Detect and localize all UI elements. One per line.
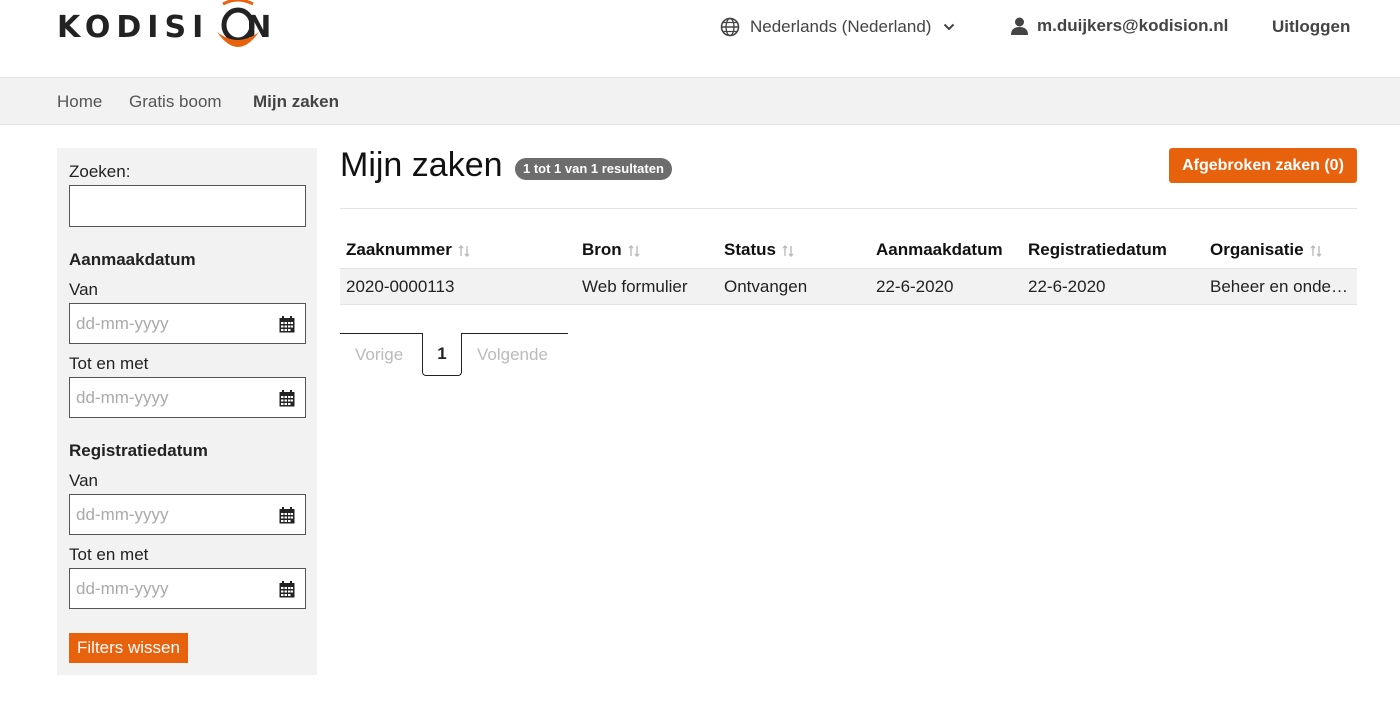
nav-gratis-boom[interactable]: Gratis boom <box>129 92 222 112</box>
column-header-registratiedatum[interactable]: Registratiedatum <box>1028 240 1198 260</box>
main-nav: Home Gratis boom Mijn zaken <box>0 77 1400 125</box>
cell-zaaknummer[interactable]: 2020-0000113 <box>346 277 571 297</box>
clear-filters-button[interactable]: Filters wissen <box>69 633 188 663</box>
pagination-page-current[interactable]: 1 <box>422 333 462 376</box>
search-input[interactable] <box>69 185 306 227</box>
column-header-aanmaakdatum[interactable]: Aanmaakdatum <box>876 240 1017 260</box>
registration-to-input[interactable] <box>76 579 266 599</box>
creation-to-field[interactable] <box>69 377 306 418</box>
column-header-zaaknummer[interactable]: Zaaknummer <box>346 240 571 260</box>
page-title: Mijn zaken <box>340 146 503 184</box>
creation-to-input[interactable] <box>76 388 266 408</box>
cell-organisatie: Beheer en onderhoud <box>1210 277 1350 296</box>
calendar-icon[interactable] <box>279 316 295 333</box>
globe-icon <box>720 17 740 37</box>
result-count-badge: 1 tot 1 van 1 resultaten <box>515 158 672 180</box>
sort-icon <box>1310 244 1322 257</box>
filter-sidebar: Zoeken: Aanmaakdatum Van Tot en met Regi… <box>57 148 317 675</box>
sort-icon <box>628 244 640 257</box>
column-header-status[interactable]: Status <box>724 240 864 260</box>
creation-date-heading: Aanmaakdatum <box>69 250 196 269</box>
title-divider <box>340 208 1357 209</box>
cell-registratiedatum: 22-6-2020 <box>1028 277 1106 296</box>
creation-from-label: Van <box>69 280 98 299</box>
nav-home[interactable]: Home <box>57 92 102 112</box>
pagination-next[interactable]: Volgende <box>477 345 548 365</box>
registration-to-field[interactable] <box>69 568 306 609</box>
logo-text: KODISI <box>57 10 210 45</box>
language-label: Nederlands (Nederland) <box>750 17 932 36</box>
user-email: m.duijkers@kodision.nl <box>1037 16 1229 35</box>
calendar-icon[interactable] <box>279 507 295 524</box>
column-header-organisatie[interactable]: Organisatie <box>1210 240 1357 260</box>
aborted-cases-button[interactable]: Afgebroken zaken (0) <box>1169 148 1357 183</box>
creation-from-input[interactable] <box>76 314 266 334</box>
registration-from-input[interactable] <box>76 505 266 525</box>
sort-icon <box>458 244 470 257</box>
creation-to-label: Tot en met <box>69 354 149 373</box>
pagination-rule <box>462 333 568 334</box>
calendar-icon[interactable] <box>279 581 295 598</box>
registration-to-label: Tot en met <box>69 545 149 564</box>
pagination-previous[interactable]: Vorige <box>355 345 403 365</box>
header: KODISI N Nederlands (Nederland) m.duijker… <box>0 0 1400 77</box>
cell-status: Ontvangen <box>724 277 808 296</box>
chevron-down-icon <box>944 23 955 31</box>
cell-aanmaakdatum: 22-6-2020 <box>876 277 954 296</box>
search-label: Zoeken: <box>69 162 131 181</box>
nav-mijn-zaken[interactable]: Mijn zaken <box>253 92 339 112</box>
calendar-icon[interactable] <box>279 390 295 407</box>
sort-icon <box>782 244 794 257</box>
creation-from-field[interactable] <box>69 303 306 344</box>
kodision-logo[interactable]: KODISI N <box>57 0 291 54</box>
cell-bron: Web formulier <box>582 277 688 296</box>
registration-date-heading: Registratiedatum <box>69 441 208 460</box>
column-header-bron[interactable]: Bron <box>582 240 712 260</box>
registration-from-field[interactable] <box>69 494 306 535</box>
logo-ring-icon <box>217 0 259 47</box>
user-icon <box>1011 17 1028 35</box>
user-account[interactable]: m.duijkers@kodision.nl <box>1011 16 1228 36</box>
registration-from-label: Van <box>69 471 98 490</box>
language-selector[interactable]: Nederlands (Nederland) <box>720 16 955 38</box>
pagination-rule <box>340 333 422 334</box>
logout-link[interactable]: Uitloggen <box>1272 17 1350 37</box>
